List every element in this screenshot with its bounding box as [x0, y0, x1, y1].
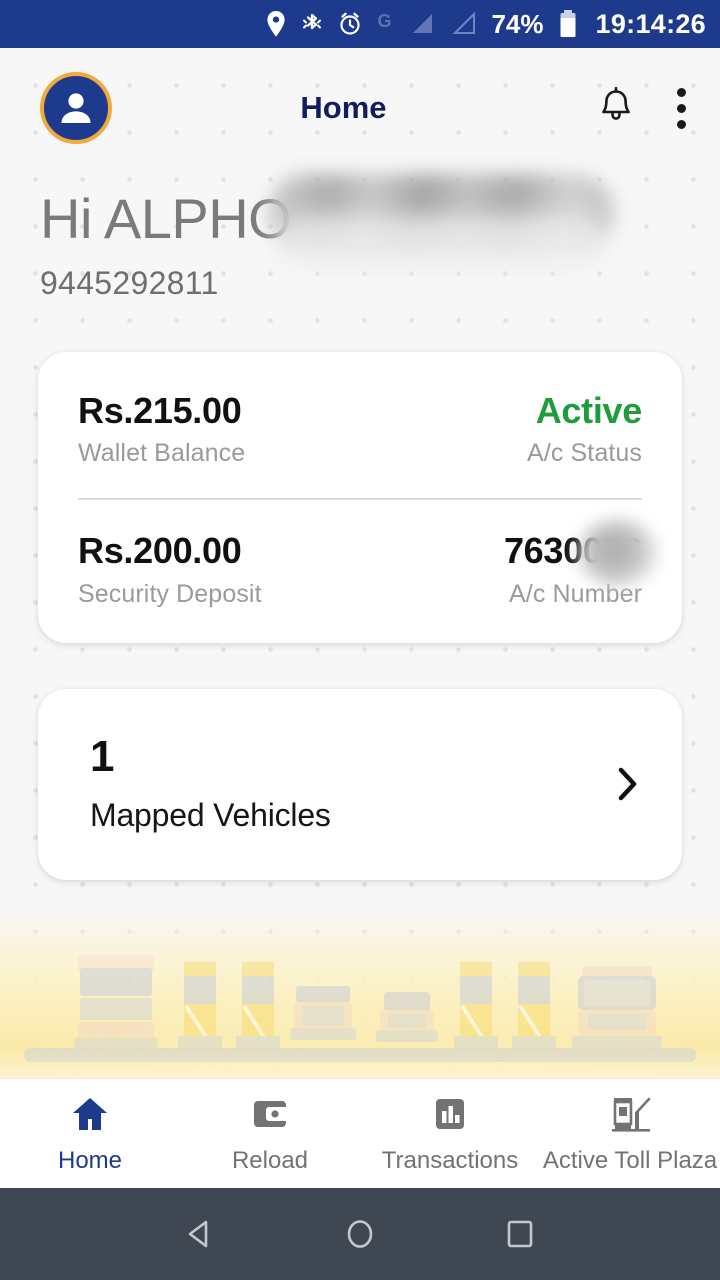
battery-percent: 74% [491, 8, 544, 39]
signal-1-icon [407, 11, 435, 37]
mapped-vehicles-count: 1 [90, 731, 115, 781]
mapped-vehicles-card[interactable]: 1 Mapped Vehicles [38, 688, 682, 880]
greeting-row: Hi ALPHO [40, 174, 680, 252]
home-icon [70, 1093, 110, 1135]
nav-item-active-toll-plaza[interactable]: Active Toll Plaza [540, 1079, 720, 1188]
wallet-balance-value: Rs.215.00 [78, 389, 242, 431]
phone-screen: G 74% 19:14:26 Home Hi ALPHO 9445292811 … [0, 0, 720, 1280]
nav-label-transactions: Transactions [381, 1146, 519, 1174]
android-navigation-bar [0, 1188, 720, 1280]
kebab-menu-icon[interactable] [671, 84, 692, 133]
greeting-block: Hi ALPHO 9445292811 [0, 168, 720, 302]
account-row-bottom: Rs.200.00 Security Deposit 7630076 A/c N… [78, 520, 658, 608]
signal-2-icon [449, 11, 477, 37]
wallet-icon [251, 1093, 289, 1135]
redacted-account-overlay [578, 520, 658, 587]
nav-label-home: Home [57, 1146, 123, 1174]
bottom-navigation: Home Reload Transactions Active Toll Pla… [0, 1078, 720, 1188]
circle-home-icon[interactable] [339, 1213, 381, 1255]
account-status-label: A/c Status [527, 439, 642, 468]
square-recents-icon[interactable] [499, 1213, 541, 1255]
bell-icon[interactable] [595, 85, 637, 131]
gprs-icon: G [377, 11, 392, 31]
person-avatar-icon [61, 93, 91, 123]
greeting-text: Hi ALPHO [40, 187, 292, 250]
mapped-vehicles-text: 1 Mapped Vehicles [90, 731, 331, 834]
status-bar-clock: 19:14:26 [595, 8, 706, 39]
battery-icon [558, 9, 578, 39]
page-title: Home [300, 90, 387, 125]
triangle-back-icon[interactable] [179, 1213, 221, 1255]
account-summary-card[interactable]: Rs.215.00 Wallet Balance Active A/c Stat… [38, 351, 682, 643]
bar-chart-icon [432, 1093, 468, 1135]
status-bar: G 74% 19:14:26 [0, 0, 720, 48]
bluetooth-icon [301, 10, 323, 38]
app-content-area: Home Hi ALPHO 9445292811 Rs.215.00 Walle… [0, 48, 720, 1078]
nav-label-active-toll-plaza: Active Toll Plaza [542, 1146, 718, 1174]
redacted-name-overlay [268, 174, 614, 252]
toll-booth-icon [608, 1093, 652, 1135]
nav-item-home[interactable]: Home [0, 1079, 180, 1188]
chevron-right-icon[interactable] [612, 762, 642, 806]
security-deposit-cell: Rs.200.00 Security Deposit [78, 530, 262, 608]
nav-item-transactions[interactable]: Transactions [360, 1079, 540, 1188]
nav-item-reload[interactable]: Reload [180, 1079, 360, 1188]
location-pin-icon [265, 10, 287, 38]
mapped-vehicles-label: Mapped Vehicles [90, 796, 331, 833]
alarm-clock-icon [337, 10, 363, 38]
app-header: Home [0, 48, 720, 168]
account-status-cell: Active A/c Status [527, 390, 642, 468]
security-deposit-value: Rs.200.00 [78, 530, 242, 572]
toll-plaza-illustration [0, 910, 720, 1078]
account-number-wrap: 7630076 [504, 520, 658, 587]
security-deposit-label: Security Deposit [78, 579, 262, 608]
status-badge: Active [535, 389, 643, 431]
account-number-cell: 7630076 A/c Number [504, 520, 658, 608]
card-divider [78, 498, 642, 501]
wallet-balance-cell: Rs.215.00 Wallet Balance [78, 390, 245, 468]
header-actions [595, 84, 692, 133]
account-row-top: Rs.215.00 Wallet Balance Active A/c Stat… [78, 390, 642, 468]
nav-label-reload: Reload [231, 1146, 309, 1174]
user-phone-number: 9445292811 [40, 264, 219, 301]
wallet-balance-label: Wallet Balance [78, 439, 246, 468]
